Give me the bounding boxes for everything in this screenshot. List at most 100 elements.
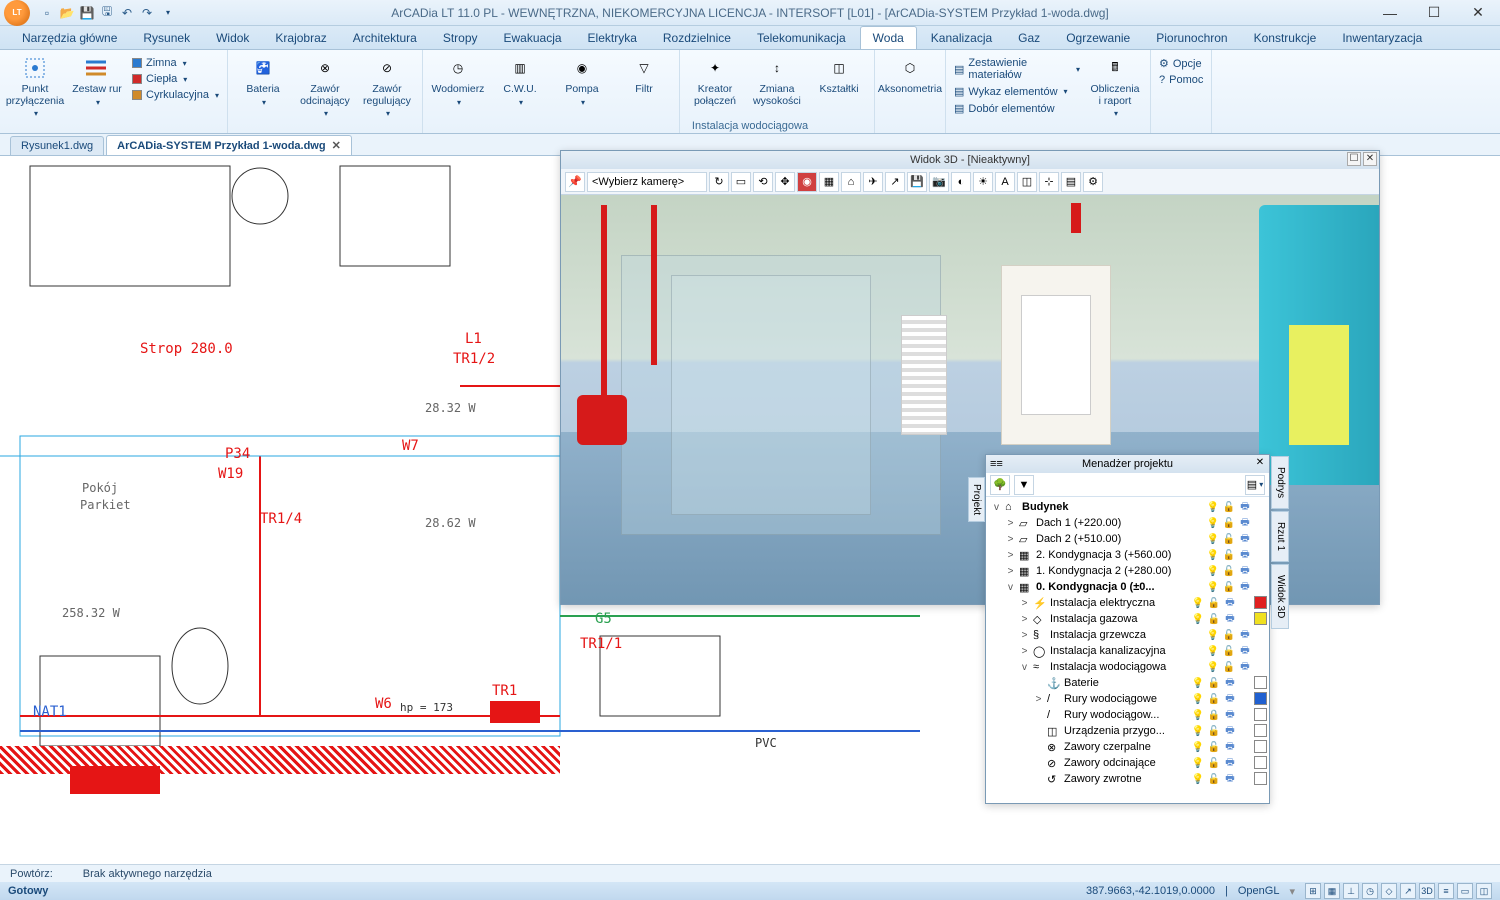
- tree-row[interactable]: >◇Instalacja gazowa💡🔓🖶: [988, 611, 1267, 627]
- panel-close-icon[interactable]: ✕: [1363, 152, 1377, 166]
- tap-button[interactable]: 🚰Bateria: [234, 52, 292, 109]
- view-3d-titlebar[interactable]: Widok 3D - [Nieaktywny] ☐✕: [561, 151, 1379, 169]
- pm-close-icon[interactable]: ✕: [1253, 456, 1267, 470]
- shadow-icon[interactable]: ◐: [951, 172, 971, 192]
- tab-krajobraz[interactable]: Krajobraz: [263, 27, 338, 49]
- axes-icon[interactable]: ⊹: [1039, 172, 1059, 192]
- tab-inwentaryzacja[interactable]: Inwentaryzacja: [1330, 27, 1434, 49]
- pm-tree[interactable]: v⌂Budynek💡🔓🖶>▱Dach 1 (+220.00)💡🔓🖶>▱Dach …: [986, 497, 1269, 803]
- render-icon[interactable]: ◉: [797, 172, 817, 192]
- tab-rozdzielnice[interactable]: Rozdzielnice: [651, 27, 743, 49]
- pipe-set-button[interactable]: Zestaw rur: [68, 52, 126, 109]
- tab-stropy[interactable]: Stropy: [431, 27, 490, 49]
- connection-point-button[interactable]: Punkt przyłączenia: [6, 52, 64, 120]
- tab-elektryka[interactable]: Elektryka: [576, 27, 649, 49]
- tab-telekomunikacja[interactable]: Telekomunikacja: [745, 27, 858, 49]
- save-view-icon[interactable]: 💾: [907, 172, 927, 192]
- settings-icon[interactable]: ⚙: [1083, 172, 1103, 192]
- help-button[interactable]: ? Pomoc: [1157, 73, 1205, 87]
- new-icon[interactable]: ▫: [38, 4, 56, 22]
- aa-icon[interactable]: A: [995, 172, 1015, 192]
- tab-piorunochron[interactable]: Piorunochron: [1144, 27, 1239, 49]
- model-icon[interactable]: ▭: [1457, 883, 1473, 899]
- tab-narzędzia-główne[interactable]: Narzędzia główne: [10, 27, 129, 49]
- dyn-icon[interactable]: ◫: [1476, 883, 1492, 899]
- cwu-button[interactable]: ▥C.W.U.: [491, 52, 549, 109]
- layers-icon[interactable]: ▤: [1061, 172, 1081, 192]
- tree-row[interactable]: v⌂Budynek💡🔓🖶: [988, 499, 1267, 515]
- circulation-pipe-button[interactable]: Cyrkulacyjna: [130, 88, 221, 102]
- tab-architektura[interactable]: Architektura: [341, 27, 429, 49]
- redo-icon[interactable]: ↷: [138, 4, 156, 22]
- camera-icon[interactable]: 📷: [929, 172, 949, 192]
- tab-project[interactable]: Projekt: [968, 477, 985, 522]
- pan-icon[interactable]: ✥: [775, 172, 795, 192]
- refresh-icon[interactable]: ↻: [709, 172, 729, 192]
- height-change-button[interactable]: ↕Zmiana wysokości: [748, 52, 806, 109]
- control-valve-button[interactable]: ⊘Zawór regulujący: [358, 52, 416, 120]
- maximize-button[interactable]: ☐: [1412, 0, 1456, 26]
- tab-konstrukcje[interactable]: Konstrukcje: [1242, 27, 1329, 49]
- connection-wizard-button[interactable]: ✦Kreator połączeń: [686, 52, 744, 109]
- tree-row[interactable]: ↺Zawory zwrotne💡🔓🖶: [988, 771, 1267, 787]
- pm-titlebar[interactable]: ≡≡ Menadżer projektu ✕: [986, 455, 1269, 473]
- tree-row[interactable]: >◯Instalacja kanalizacyjna💡🔓🖶: [988, 643, 1267, 659]
- grid-icon[interactable]: ▦: [1324, 883, 1340, 899]
- doctab[interactable]: Rysunek1.dwg: [10, 136, 104, 155]
- select-icon[interactable]: ▭: [731, 172, 751, 192]
- tree-row[interactable]: >▦2. Kondygnacja 3 (+560.00)💡🔓🖶: [988, 547, 1267, 563]
- pm-tree-icon[interactable]: 🌳: [990, 475, 1010, 495]
- tab-rzut1[interactable]: Rzut 1: [1271, 511, 1289, 562]
- tree-row[interactable]: >§Instalacja grzewcza💡🔓🖶: [988, 627, 1267, 643]
- camera-select[interactable]: [587, 172, 707, 192]
- element-selection-button[interactable]: ▤ Dobór elementów: [952, 101, 1082, 116]
- polar-icon[interactable]: ◷: [1362, 883, 1378, 899]
- hot-pipe-button[interactable]: Ciepła: [130, 72, 221, 86]
- 3d-icon[interactable]: 3D: [1419, 883, 1435, 899]
- tab-ewakuacja[interactable]: Ewakuacja: [492, 27, 574, 49]
- tab-ogrzewanie[interactable]: Ogrzewanie: [1054, 27, 1142, 49]
- tree-row[interactable]: ⊘Zawory odcinające💡🔓🖶: [988, 755, 1267, 771]
- tab-rysunek[interactable]: Rysunek: [131, 27, 202, 49]
- command-bar[interactable]: Powtórz: Brak aktywnego narzędzia: [0, 864, 1500, 882]
- tab-podrys[interactable]: Podrys: [1271, 456, 1289, 509]
- status-renderer[interactable]: OpenGL: [1238, 885, 1280, 897]
- tree-row[interactable]: >/Rury wodociągowe💡🔓🖶: [988, 691, 1267, 707]
- tree-row[interactable]: >▱Dach 1 (+220.00)💡🔓🖶: [988, 515, 1267, 531]
- close-button[interactable]: ✕: [1456, 0, 1500, 26]
- track-icon[interactable]: ↗: [1400, 883, 1416, 899]
- shutoff-valve-button[interactable]: ⊗Zawór odcinający: [296, 52, 354, 120]
- tree-row[interactable]: ◫Urządzenia przygo...💡🔓🖶: [988, 723, 1267, 739]
- snap-icon[interactable]: ⊞: [1305, 883, 1321, 899]
- wireframe-icon[interactable]: ▦: [819, 172, 839, 192]
- tree-row[interactable]: >▦1. Kondygnacja 2 (+280.00)💡🔓🖶: [988, 563, 1267, 579]
- qat-more-icon[interactable]: [158, 4, 176, 22]
- panel-maximize-icon[interactable]: ☐: [1347, 152, 1361, 166]
- walk-icon[interactable]: ↗: [885, 172, 905, 192]
- minimize-button[interactable]: ―: [1368, 0, 1412, 26]
- axonometry-button[interactable]: ⬡Aksonometria: [881, 52, 939, 98]
- home-icon[interactable]: ⌂: [841, 172, 861, 192]
- close-icon[interactable]: ✕: [332, 139, 341, 152]
- tree-row[interactable]: /Rury wodociągow...💡🔒🖶: [988, 707, 1267, 723]
- tree-row[interactable]: v≈Instalacja wodociągowa💡🔓🖶: [988, 659, 1267, 675]
- pm-view-icon[interactable]: ▤: [1245, 475, 1265, 495]
- filter-button[interactable]: ▽Filtr: [615, 52, 673, 98]
- ortho-icon[interactable]: ⊥: [1343, 883, 1359, 899]
- orbit-icon[interactable]: ⟲: [753, 172, 773, 192]
- tab-gaz[interactable]: Gaz: [1006, 27, 1052, 49]
- save-icon[interactable]: 💾: [78, 4, 96, 22]
- tree-row[interactable]: >▱Dach 2 (+510.00)💡🔓🖶: [988, 531, 1267, 547]
- pm-filter-icon[interactable]: ▼: [1014, 475, 1034, 495]
- cold-pipe-button[interactable]: Zimna: [130, 56, 221, 70]
- pin-icon[interactable]: 📌: [565, 172, 585, 192]
- tab-kanalizacja[interactable]: Kanalizacja: [919, 27, 1004, 49]
- tree-row[interactable]: >⚡Instalacja elektryczna💡🔓🖶: [988, 595, 1267, 611]
- calc-report-button[interactable]: 🖩Obliczenia i raport: [1086, 52, 1144, 120]
- saveall-icon[interactable]: 🖫: [98, 4, 116, 22]
- material-list-button[interactable]: ▤ Zestawienie materiałów: [952, 56, 1082, 82]
- undo-icon[interactable]: ↶: [118, 4, 136, 22]
- section-icon[interactable]: ◫: [1017, 172, 1037, 192]
- options-button[interactable]: ⚙ Opcje: [1157, 56, 1205, 71]
- fittings-button[interactable]: ◫Kształtki: [810, 52, 868, 98]
